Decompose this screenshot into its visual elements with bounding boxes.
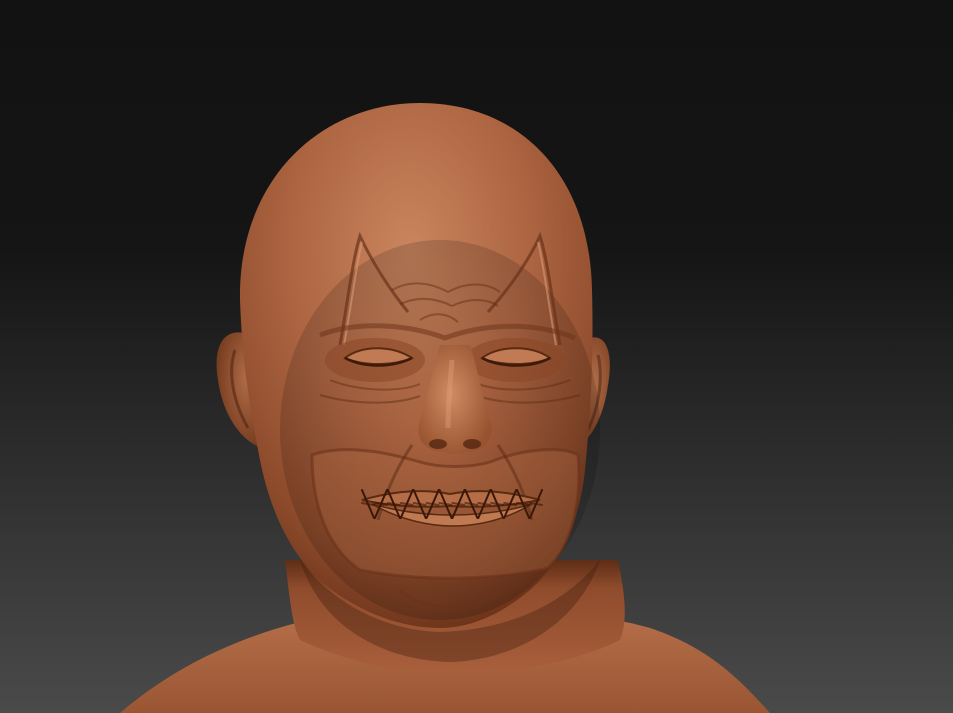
clown-mouth-outline [310, 448, 581, 580]
sculpt-viewport[interactable] [0, 0, 953, 713]
sculpt-canvas [0, 0, 953, 713]
left-nostril [429, 439, 447, 449]
right-nostril [463, 439, 481, 449]
